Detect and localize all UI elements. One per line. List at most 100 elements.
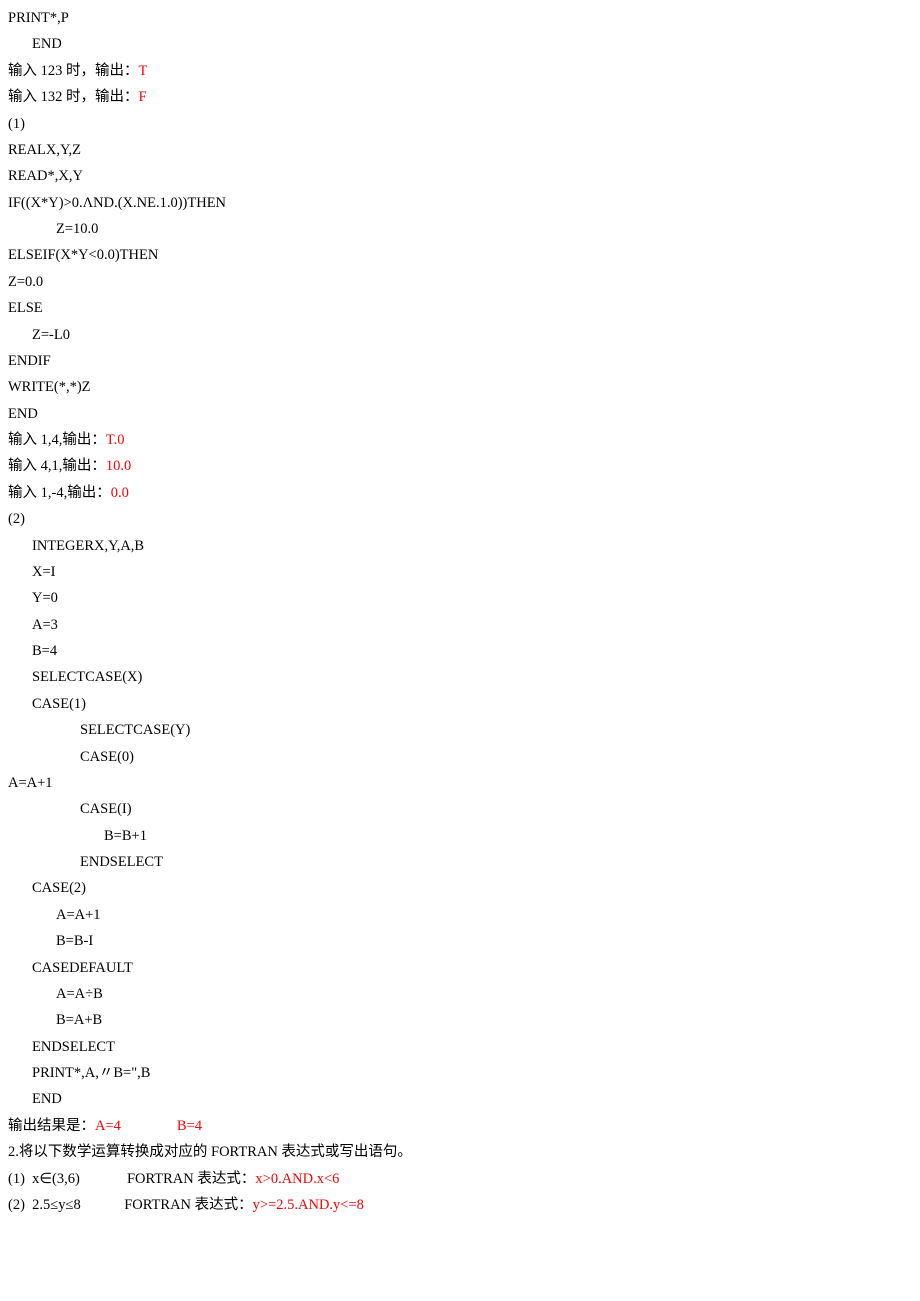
- text-line: A=A+1: [8, 902, 912, 928]
- line-text: CASEDEFAULT: [32, 960, 133, 976]
- text-line: END: [8, 401, 912, 427]
- line-text: 输入 1,4,输出：: [8, 432, 106, 448]
- text-line: PRINT*,A,〃B=",B: [8, 1060, 912, 1086]
- text-line: (1): [8, 111, 912, 137]
- line-text: Y=0: [32, 590, 58, 606]
- text-line: X=I: [8, 559, 912, 585]
- line-text: (2) 2.5≤y≤8 FORTRAN 表达式：: [8, 1197, 253, 1213]
- text-line: ENDSELECT: [8, 849, 912, 875]
- answer-text: T.0: [106, 432, 125, 448]
- text-line: (2) 2.5≤y≤8 FORTRAN 表达式：y>=2.5.AND.y<=8: [8, 1192, 912, 1218]
- text-line: 输入 1,-4,输出：0.0: [8, 480, 912, 506]
- answer-text: B=4: [177, 1118, 202, 1134]
- line-text: SELECTCASE(Y): [80, 722, 190, 738]
- line-text: PRINT*,A,〃B=",B: [32, 1065, 150, 1081]
- text-line: ENDSELECT: [8, 1034, 912, 1060]
- line-text: READ*,X,Y: [8, 168, 83, 184]
- line-text: (1): [8, 116, 25, 132]
- line-text: Z=10.0: [56, 221, 98, 237]
- text-line: 输入 123 时，输出：T: [8, 58, 912, 84]
- text-line: Z=-L0: [8, 322, 912, 348]
- line-text: B=B-I: [56, 933, 93, 949]
- text-line: (2): [8, 506, 912, 532]
- answer-text: A=4: [95, 1118, 121, 1134]
- line-text: WRITE(*,*)Z: [8, 379, 91, 395]
- line-text: 2.将以下数学运算转换成对应的 FORTRAN 表达式或写出语句。: [8, 1144, 412, 1160]
- line-text: (2): [8, 511, 25, 527]
- line-text: X=I: [32, 564, 55, 580]
- text-line: SELECTCASE(X): [8, 664, 912, 690]
- line-text: CASE(0): [80, 749, 134, 765]
- line-text: A=3: [32, 617, 58, 633]
- answer-text: F: [139, 89, 147, 105]
- line-text: B=4: [32, 643, 57, 659]
- answer-text: 10.0: [106, 458, 131, 474]
- text-line: Y=0: [8, 585, 912, 611]
- text-line: REALX,Y,Z: [8, 137, 912, 163]
- text-line: 输入 1,4,输出：T.0: [8, 427, 912, 453]
- text-line: B=4: [8, 638, 912, 664]
- line-text: INTEGERX,Y,A,B: [32, 538, 144, 554]
- line-text: 输入 1,-4,输出：: [8, 485, 111, 501]
- answer-text: T: [139, 63, 148, 79]
- line-text: B=B+1: [104, 828, 147, 844]
- line-text: SELECTCASE(X): [32, 669, 142, 685]
- line-text: END: [32, 36, 62, 52]
- text-line: ENDIF: [8, 348, 912, 374]
- line-text: ELSEIF(X*Y<0.0)THEN: [8, 247, 158, 263]
- text-line: CASE(0): [8, 744, 912, 770]
- line-text: END: [8, 406, 38, 422]
- text-line: A=3: [8, 612, 912, 638]
- line-text: ENDSELECT: [32, 1039, 115, 1055]
- text-line: B=A+B: [8, 1007, 912, 1033]
- line-text: ENDSELECT: [80, 854, 163, 870]
- line-text: PRINT*,P: [8, 10, 69, 26]
- line-text: 输出结果是：: [8, 1118, 95, 1134]
- line-text: IF((X*Y)>0.ΛND.(X.NE.1.0))THEN: [8, 195, 226, 211]
- line-text: Z=0.0: [8, 274, 43, 290]
- text-line: INTEGERX,Y,A,B: [8, 533, 912, 559]
- text-line: END: [8, 31, 912, 57]
- line-text: 输入 132 时，输出：: [8, 89, 139, 105]
- text-line: PRINT*,P: [8, 5, 912, 31]
- text-line: A=A+1: [8, 770, 912, 796]
- line-text: CASE(1): [32, 696, 86, 712]
- text-line: READ*,X,Y: [8, 163, 912, 189]
- line-text: 输入 123 时，输出：: [8, 63, 139, 79]
- text-line: CASE(1): [8, 691, 912, 717]
- text-line: CASEDEFAULT: [8, 955, 912, 981]
- text-line: WRITE(*,*)Z: [8, 374, 912, 400]
- line-text: B=A+B: [56, 1012, 102, 1028]
- text-line: A=A÷B: [8, 981, 912, 1007]
- line-text: (1) x∈(3,6) FORTRAN 表达式：: [8, 1171, 255, 1187]
- text-line: SELECTCASE(Y): [8, 717, 912, 743]
- text-line: ELSE: [8, 295, 912, 321]
- text-line: Z=10.0: [8, 216, 912, 242]
- text-line: CASE(2): [8, 875, 912, 901]
- answer-text: 0.0: [111, 485, 129, 501]
- line-text: A=A+1: [8, 775, 53, 791]
- text-line: Z=0.0: [8, 269, 912, 295]
- line-text: A=A÷B: [56, 986, 103, 1002]
- line-text: CASE(2): [32, 880, 86, 896]
- line-text: Z=-L0: [32, 327, 70, 343]
- line-text: END: [32, 1091, 62, 1107]
- line-text: 输入 4,1,输出：: [8, 458, 106, 474]
- text-line: END: [8, 1086, 912, 1112]
- answer-text: x>0.AND.x<6: [255, 1171, 339, 1187]
- line-text: REALX,Y,Z: [8, 142, 81, 158]
- text-line: IF((X*Y)>0.ΛND.(X.NE.1.0))THEN: [8, 190, 912, 216]
- text-line: B=B-I: [8, 928, 912, 954]
- line-text: ENDIF: [8, 353, 51, 369]
- line-text: ELSE: [8, 300, 43, 316]
- text-line: 2.将以下数学运算转换成对应的 FORTRAN 表达式或写出语句。: [8, 1139, 912, 1165]
- text-line: 输入 4,1,输出：10.0: [8, 453, 912, 479]
- text-line: ELSEIF(X*Y<0.0)THEN: [8, 242, 912, 268]
- line-text: CASE(I): [80, 801, 132, 817]
- line-text: A=A+1: [56, 907, 101, 923]
- text-line: 输出结果是：A=4 B=4: [8, 1113, 912, 1139]
- answer-text: y>=2.5.AND.y<=8: [253, 1197, 364, 1213]
- text-line: CASE(I): [8, 796, 912, 822]
- text-line: 输入 132 时，输出：F: [8, 84, 912, 110]
- text-line: (1) x∈(3,6) FORTRAN 表达式：x>0.AND.x<6: [8, 1166, 912, 1192]
